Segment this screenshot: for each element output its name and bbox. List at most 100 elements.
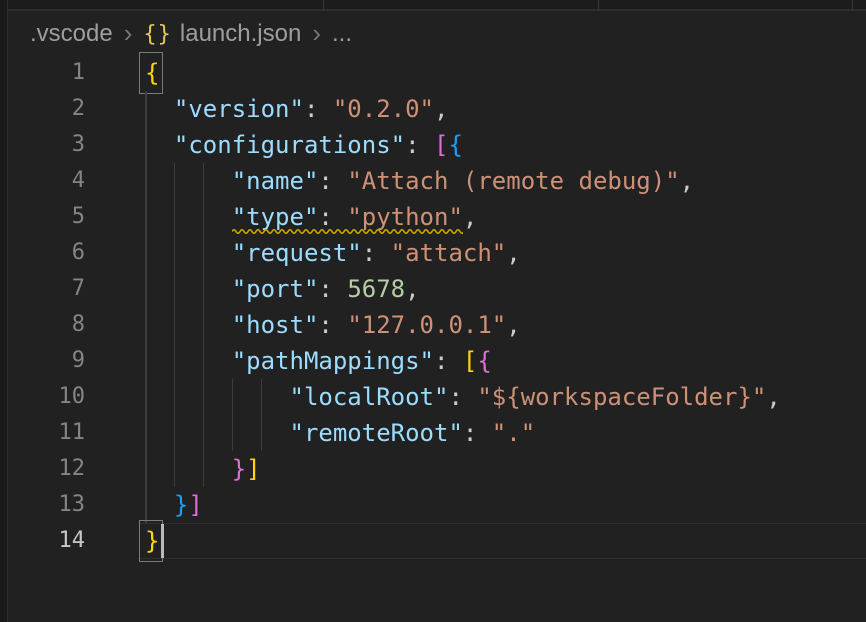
line-number[interactable]: 9 bbox=[25, 343, 85, 379]
line-number[interactable]: 12 bbox=[25, 451, 85, 487]
code-line-content: } bbox=[138, 523, 866, 559]
indent-guide bbox=[174, 307, 176, 343]
code-line[interactable]: 4 "name": "Attach (remote debug)", bbox=[9, 163, 866, 199]
breadcrumb-item[interactable]: {} launch.json bbox=[143, 20, 301, 48]
code-line[interactable]: 11 "remoteRoot": "." bbox=[9, 415, 866, 451]
code-token: "." bbox=[492, 419, 535, 447]
code-line[interactable]: 2 "version": "0.2.0", bbox=[9, 91, 866, 127]
code-token bbox=[145, 491, 174, 519]
chevron-right-icon: › bbox=[124, 20, 133, 49]
code-line-content: "pathMappings": [{ bbox=[138, 343, 866, 379]
code-token: , bbox=[506, 239, 520, 267]
breadcrumb-item-label: .vscode bbox=[30, 20, 113, 48]
code-token: } bbox=[174, 491, 188, 519]
breadcrumb-item-label: ... bbox=[332, 20, 352, 48]
line-number[interactable]: 7 bbox=[25, 271, 85, 307]
chevron-right-icon: › bbox=[312, 20, 321, 49]
indent-guide bbox=[203, 343, 205, 379]
code-line-content: { bbox=[138, 55, 866, 91]
code-line[interactable]: 7 "port": 5678, bbox=[9, 271, 866, 307]
code-token: : bbox=[448, 383, 477, 411]
code-line[interactable]: 14} bbox=[9, 523, 866, 559]
code-line-content: "name": "Attach (remote debug)", bbox=[138, 163, 866, 199]
line-number[interactable]: 14 bbox=[25, 523, 85, 559]
code-lines: 1{2 "version": "0.2.0",3 "configurations… bbox=[9, 55, 866, 559]
bracket-match-highlight: } bbox=[145, 523, 159, 559]
indent-guide bbox=[145, 127, 147, 163]
code-token: : bbox=[318, 167, 347, 195]
code-line-content: "request": "attach", bbox=[138, 235, 866, 271]
code-token: "127.0.0.1" bbox=[347, 311, 506, 339]
indent-guide bbox=[203, 163, 205, 199]
indent-guide bbox=[145, 343, 147, 379]
code-line[interactable]: 1{ bbox=[9, 55, 866, 91]
line-number[interactable]: 4 bbox=[25, 163, 85, 199]
code-token bbox=[145, 95, 174, 123]
code-line[interactable]: 8 "host": "127.0.0.1", bbox=[9, 307, 866, 343]
code-token: : bbox=[405, 131, 434, 159]
line-number[interactable]: 8 bbox=[25, 307, 85, 343]
code-token: : bbox=[318, 203, 347, 231]
indent-guide bbox=[145, 379, 147, 415]
line-number[interactable]: 2 bbox=[25, 91, 85, 127]
code-token: : bbox=[318, 275, 347, 303]
code-line[interactable]: 9 "pathMappings": [{ bbox=[9, 343, 866, 379]
code-line-content: "type": "python", bbox=[138, 199, 866, 235]
code-token: , bbox=[405, 275, 419, 303]
code-token: : bbox=[362, 239, 391, 267]
code-line-content: "port": 5678, bbox=[138, 271, 866, 307]
indent-guide bbox=[145, 163, 147, 199]
tab-bar[interactable] bbox=[0, 0, 866, 11]
indent-guide bbox=[261, 379, 263, 415]
code-token: { bbox=[477, 347, 491, 375]
code-token: 5678 bbox=[347, 275, 405, 303]
code-line[interactable]: 13 }] bbox=[9, 487, 866, 523]
breadcrumb-item-label: launch.json bbox=[180, 20, 301, 48]
line-number[interactable]: 11 bbox=[25, 415, 85, 451]
line-number[interactable]: 13 bbox=[25, 487, 85, 523]
code-line[interactable]: 5 "type": "python", bbox=[9, 199, 866, 235]
code-token bbox=[145, 455, 232, 483]
code-token: "version" bbox=[174, 95, 304, 123]
json-object-icon: {} bbox=[143, 22, 172, 47]
line-number[interactable]: 6 bbox=[25, 235, 85, 271]
editor-left-edge bbox=[0, 0, 8, 622]
code-token: : bbox=[304, 95, 333, 123]
code-token: , bbox=[680, 167, 694, 195]
breadcrumb: .vscode › {} launch.json ›... bbox=[9, 13, 866, 55]
code-line-content: "remoteRoot": "." bbox=[138, 415, 866, 451]
tab-divider bbox=[852, 0, 853, 11]
code-token: "type" bbox=[232, 203, 319, 231]
code-line[interactable]: 3 "configurations": [{ bbox=[9, 127, 866, 163]
tab-divider bbox=[598, 0, 599, 11]
indent-guide bbox=[203, 271, 205, 307]
indent-guide bbox=[203, 235, 205, 271]
code-token bbox=[145, 203, 232, 231]
code-line-content: "version": "0.2.0", bbox=[138, 91, 866, 127]
code-token: , bbox=[766, 383, 780, 411]
code-token: "host" bbox=[232, 311, 319, 339]
code-token: [ bbox=[463, 347, 477, 375]
line-number[interactable]: 3 bbox=[25, 127, 85, 163]
code-token: "port" bbox=[232, 275, 319, 303]
code-token bbox=[145, 167, 232, 195]
code-token: "remoteRoot" bbox=[290, 419, 463, 447]
line-number[interactable]: 10 bbox=[25, 379, 85, 415]
code-line[interactable]: 6 "request": "attach", bbox=[9, 235, 866, 271]
breadcrumb-item[interactable]: ... bbox=[332, 20, 352, 48]
indent-guide bbox=[174, 343, 176, 379]
indent-guide bbox=[203, 415, 205, 451]
line-number[interactable]: 5 bbox=[25, 199, 85, 235]
indent-guide bbox=[203, 307, 205, 343]
code-token: [ bbox=[434, 131, 448, 159]
breadcrumb-item[interactable]: .vscode bbox=[30, 20, 113, 48]
line-number[interactable]: 1 bbox=[25, 55, 85, 91]
code-line-content: }] bbox=[138, 487, 866, 523]
code-editor[interactable]: 1{2 "version": "0.2.0",3 "configurations… bbox=[9, 55, 866, 622]
code-line[interactable]: 12 }] bbox=[9, 451, 866, 487]
code-line[interactable]: 10 "localRoot": "${workspaceFolder}", bbox=[9, 379, 866, 415]
code-token: { bbox=[448, 131, 462, 159]
code-token bbox=[145, 419, 290, 447]
code-token: "0.2.0" bbox=[333, 95, 434, 123]
indent-guide bbox=[174, 199, 176, 235]
